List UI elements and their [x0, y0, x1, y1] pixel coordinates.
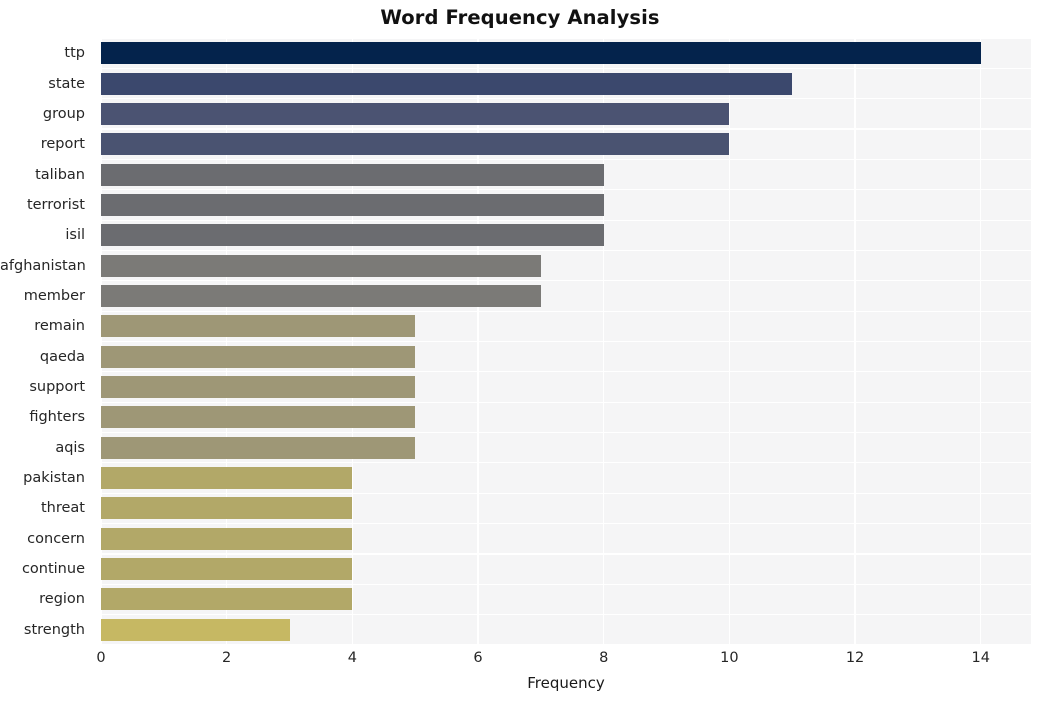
gridline-horizontal	[101, 158, 1031, 160]
bar-fill	[101, 163, 604, 186]
y-tick-label-member: member	[23, 287, 85, 304]
gridline-horizontal	[101, 310, 1031, 312]
bar-report	[101, 133, 730, 156]
gridline-horizontal	[101, 401, 1031, 403]
y-tick-label-threat: threat	[40, 500, 85, 517]
bar-fill	[101, 527, 353, 550]
bar-threat	[101, 497, 353, 520]
gridline-horizontal	[101, 371, 1031, 373]
bar-strength	[101, 618, 290, 641]
y-tick-label-pakistan: pakistan	[23, 470, 85, 487]
bar-qaeda	[101, 345, 416, 368]
x-tick-label-10: 10	[720, 650, 739, 666]
bar-continue	[101, 558, 353, 581]
y-tick-label-fighters: fighters	[29, 409, 85, 426]
gridline-horizontal	[101, 249, 1031, 252]
y-tick-label-taliban: taliban	[35, 166, 85, 183]
gridline-horizontal	[101, 462, 1031, 464]
bar-fill	[101, 376, 416, 399]
y-tick-label-isil: isil	[65, 227, 85, 244]
bar-region	[101, 588, 353, 611]
gridline-horizontal	[101, 98, 1031, 100]
gridline-horizontal	[101, 189, 1031, 191]
y-tick-label-report: report	[40, 136, 85, 153]
y-tick-label-concern: concern	[27, 530, 85, 547]
gridline-horizontal	[101, 37, 1031, 39]
bar-taliban	[101, 163, 604, 186]
bar-ttp	[101, 42, 981, 65]
bar-fill	[101, 133, 730, 156]
x-tick-label-4: 4	[347, 650, 357, 666]
bar-member	[101, 284, 541, 307]
chart-figure: Word Frequency Analysis ttp state group rep…	[0, 0, 1040, 701]
y-tick-label-state: state	[48, 75, 85, 92]
y-tick-label-ttp: ttp	[64, 45, 85, 62]
bar-fill	[101, 315, 416, 338]
y-tick-label-afghanistan: afghanistan	[0, 257, 86, 274]
bar-fill	[101, 42, 981, 65]
x-tick-label-12: 12	[845, 650, 865, 666]
gridline-horizontal	[101, 553, 1031, 555]
y-tick-label-terrorist: terrorist	[26, 196, 85, 213]
gridline-horizontal	[101, 219, 1031, 221]
bar-terrorist	[101, 193, 604, 216]
plot-area	[100, 37, 1031, 646]
y-tick-label-region: region	[39, 591, 85, 608]
gridline-horizontal	[101, 128, 1031, 130]
gridline-horizontal	[101, 340, 1031, 343]
y-tick-label-group: group	[42, 105, 85, 122]
gridline-horizontal	[101, 431, 1031, 434]
gridline-horizontal	[101, 67, 1031, 69]
bar-aqis	[101, 436, 416, 459]
bar-fill	[101, 406, 416, 429]
y-tick-label-continue: continue	[21, 561, 85, 578]
bar-concern	[101, 527, 353, 550]
y-tick-label-strength: strength	[23, 621, 85, 638]
bar-isil	[101, 224, 604, 247]
y-tick-label-remain: remain	[34, 318, 85, 335]
bar-fill	[101, 193, 604, 216]
bar-fill	[101, 345, 416, 368]
gridline-horizontal	[101, 280, 1031, 282]
bar-state	[101, 72, 793, 95]
bar-afghanistan	[101, 254, 541, 277]
bar-fill	[101, 102, 730, 125]
gridline-horizontal	[101, 523, 1031, 525]
bar-fill	[101, 224, 604, 247]
x-tick-label-14: 14	[971, 650, 990, 666]
x-axis-label: Frequency	[527, 674, 605, 692]
y-tick-label-support: support	[29, 379, 85, 396]
bar-pakistan	[101, 467, 353, 490]
y-tick-label-qaeda: qaeda	[39, 348, 85, 365]
bar-fill	[101, 558, 353, 581]
bar-fighters	[101, 406, 416, 429]
bar-fill	[101, 254, 541, 277]
gridline-horizontal	[101, 614, 1031, 616]
bar-fill	[101, 588, 353, 611]
x-tick-label-8: 8	[599, 650, 609, 666]
x-tick-label-6: 6	[473, 650, 483, 666]
page-title: Word Frequency Analysis	[380, 6, 660, 29]
gridline-horizontal	[101, 644, 1031, 646]
bar-support	[101, 376, 416, 399]
bar-fill	[101, 436, 416, 459]
x-axis-tick-labels: 0 2 4 6 8 10 12 14	[96, 650, 1031, 672]
bar-fill	[101, 284, 541, 307]
y-axis-tick-labels: ttp state group report taliban terrorist isil a…	[0, 38, 93, 645]
x-tick-label-0: 0	[96, 650, 106, 666]
x-tick-label-2: 2	[222, 650, 232, 666]
bar-fill	[101, 497, 353, 520]
bar-fill	[101, 618, 290, 641]
y-tick-label-aqis: aqis	[55, 439, 85, 456]
gridline-horizontal	[101, 583, 1031, 585]
bar-fill	[101, 72, 793, 95]
gridline-horizontal	[101, 492, 1031, 494]
bar-group	[101, 102, 730, 125]
bar-fill	[101, 467, 353, 490]
bar-remain	[101, 315, 416, 338]
